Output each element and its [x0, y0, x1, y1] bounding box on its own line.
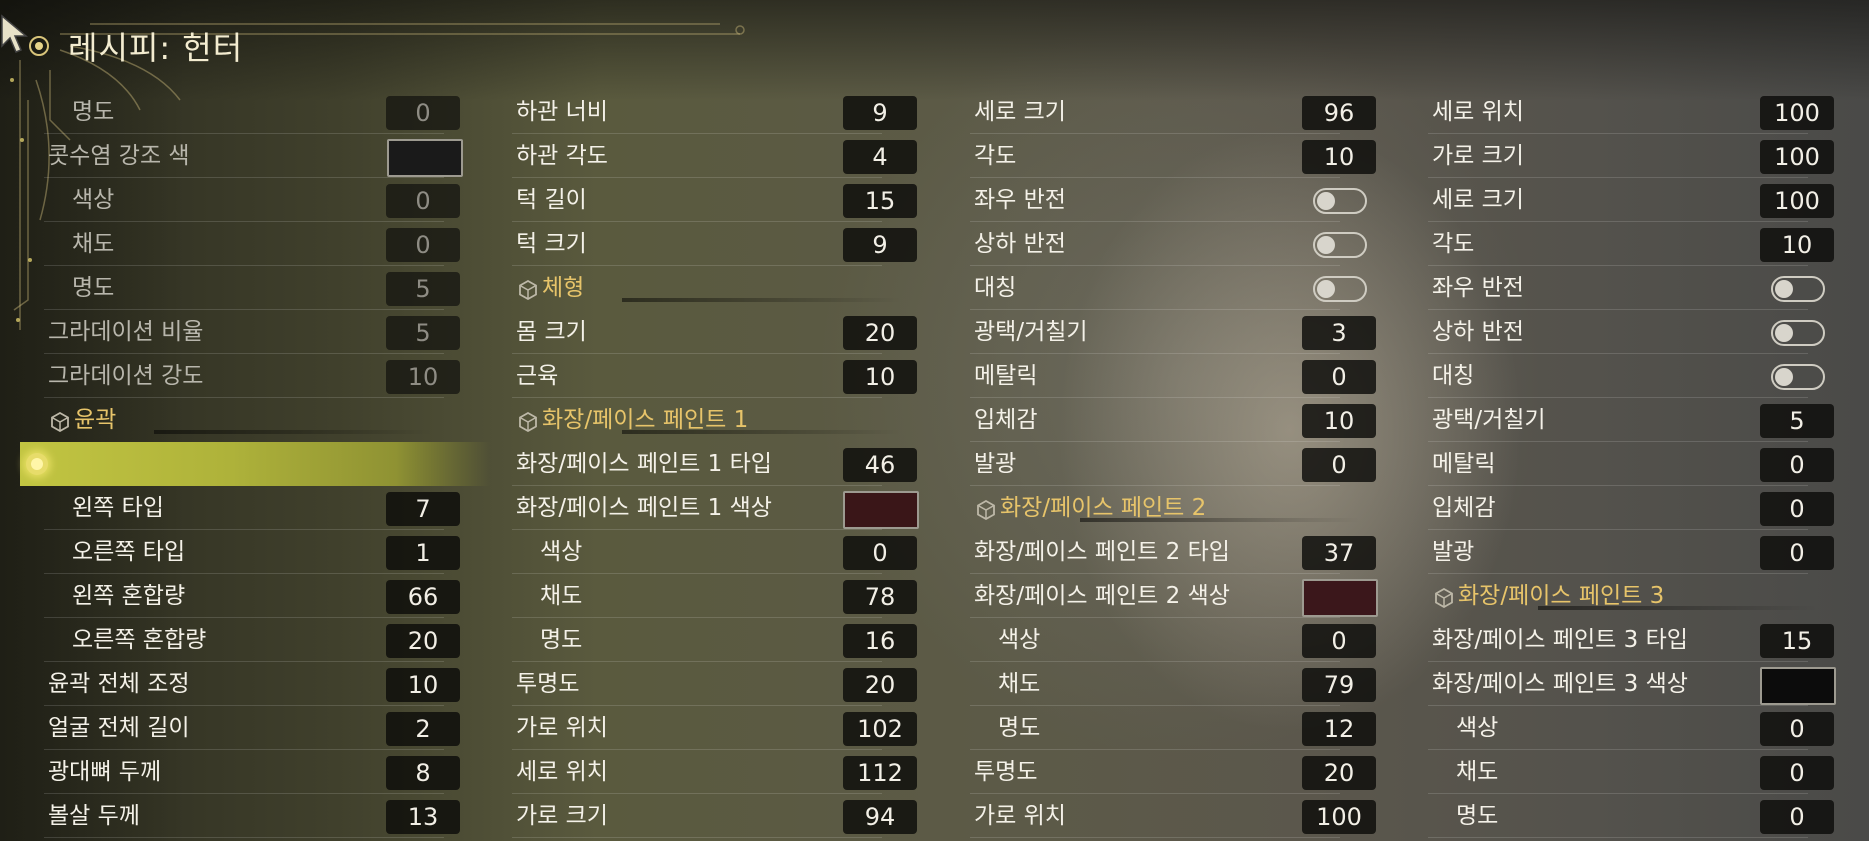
- setting-row-각도[interactable]: 각도 10: [0, 222, 1869, 266]
- value-box[interactable]: 5: [1760, 404, 1834, 438]
- setting-row-화장-페이스-페인트-3-색상[interactable]: 화장/페이스 페인트 3 색상: [0, 662, 1869, 706]
- toggle-switch[interactable]: [1771, 276, 1825, 302]
- setting-label: 메탈릭: [1432, 451, 1496, 477]
- value-box[interactable]: 100: [1760, 140, 1834, 174]
- setting-label: 상하 반전: [1432, 319, 1524, 345]
- setting-label: 대칭: [1432, 363, 1475, 389]
- value-box[interactable]: 100: [1760, 96, 1834, 130]
- setting-label: 명도: [1456, 803, 1499, 829]
- toggle-knob: [1775, 280, 1793, 298]
- setting-row-상하-반전[interactable]: 상하 반전: [0, 310, 1869, 354]
- setting-label: 채도: [1456, 759, 1499, 785]
- color-swatch[interactable]: [1760, 667, 1836, 705]
- value-box[interactable]: 0: [1760, 800, 1834, 834]
- setting-label: 입체감: [1432, 495, 1496, 521]
- toggle-switch[interactable]: [1771, 364, 1825, 390]
- setting-row-세로-크기[interactable]: 세로 크기 100: [0, 178, 1869, 222]
- setting-label: 화장/페이스 페인트 3 색상: [1432, 671, 1688, 697]
- setting-label: 세로 위치: [1432, 99, 1524, 125]
- setting-row-세로-위치[interactable]: 세로 위치 100: [0, 90, 1869, 134]
- setting-row-입체감[interactable]: 입체감 0: [0, 486, 1869, 530]
- value-box[interactable]: 0: [1760, 536, 1834, 570]
- setting-row-화장-페이스-페인트-3-타입[interactable]: 화장/페이스 페인트 3 타입 15: [0, 618, 1869, 662]
- setting-row-화장-페이스-페인트-3: 화장/페이스 페인트 3: [0, 574, 1869, 618]
- setting-row-채도[interactable]: 채도 0: [0, 750, 1869, 794]
- selected-row-highlight: [20, 442, 490, 486]
- setting-label: 화장/페이스 페인트 3 타입: [1432, 627, 1688, 653]
- selection-indicator-icon: [26, 453, 48, 475]
- setting-row-명도[interactable]: 명도 0: [0, 794, 1869, 838]
- setting-label: 가로 크기: [1432, 143, 1524, 169]
- setting-row-대칭[interactable]: 대칭: [0, 354, 1869, 398]
- setting-label: 좌우 반전: [1432, 275, 1524, 301]
- toggle-switch[interactable]: [1771, 320, 1825, 346]
- toggle-knob: [1775, 324, 1793, 342]
- value-box[interactable]: 0: [1760, 448, 1834, 482]
- setting-label: 색상: [1456, 715, 1499, 741]
- setting-row-광택-거칠기[interactable]: 광택/거칠기 5: [0, 398, 1869, 442]
- section-title: 화장/페이스 페인트 3: [1458, 583, 1665, 609]
- value-box[interactable]: 100: [1760, 184, 1834, 218]
- value-box[interactable]: 10: [1760, 228, 1834, 262]
- section-cube-icon: [1435, 588, 1453, 608]
- header: 레시피: 헌터: [0, 0, 760, 90]
- setting-row-가로-크기[interactable]: 가로 크기 100: [0, 134, 1869, 178]
- setting-label: 발광: [1432, 539, 1475, 565]
- setting-row-색상[interactable]: 색상 0: [0, 706, 1869, 750]
- row-divider: [1428, 837, 1808, 838]
- cursor-icon: [1, 14, 28, 53]
- page-title: 레시피: 헌터: [68, 29, 244, 67]
- setting-row-발광[interactable]: 발광 0: [0, 530, 1869, 574]
- value-box[interactable]: 0: [1760, 712, 1834, 746]
- value-box[interactable]: 0: [1760, 756, 1834, 790]
- setting-label: 세로 크기: [1432, 187, 1524, 213]
- title-bullet-icon: [29, 36, 49, 56]
- setting-label: 광택/거칠기: [1432, 407, 1546, 433]
- setting-row-좌우-반전[interactable]: 좌우 반전: [0, 266, 1869, 310]
- value-box[interactable]: 15: [1760, 624, 1834, 658]
- value-box[interactable]: 0: [1760, 492, 1834, 526]
- setting-label: 각도: [1432, 231, 1475, 257]
- toggle-knob: [1775, 368, 1793, 386]
